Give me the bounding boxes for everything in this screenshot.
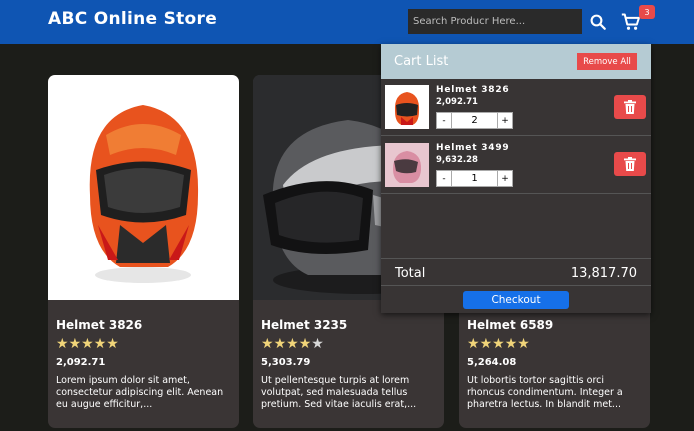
star-icon: ★ [81, 336, 94, 352]
star-rating: ★★★★★ [467, 336, 530, 352]
cart-item-price: 9,632.28 [436, 155, 478, 165]
increase-button[interactable]: + [497, 170, 513, 187]
search-button[interactable] [585, 9, 611, 34]
product-name[interactable]: Helmet 3826 [56, 318, 142, 332]
star-icon: ★ [504, 336, 518, 352]
product-name[interactable]: Helmet 3235 [261, 318, 347, 332]
cart-item: Helmet 3826 2,092.71 - + [381, 79, 651, 136]
star-icon: ★ [492, 336, 505, 352]
product-price: 5,264.08 [467, 357, 517, 368]
search-input[interactable] [408, 9, 582, 34]
checkout-button[interactable]: Checkout [463, 291, 569, 309]
star-icon: ★ [56, 336, 69, 352]
star-icon: ★ [286, 336, 299, 352]
cart-panel: Cart List Remove All Helmet 3826 2,092.7… [381, 44, 651, 313]
cart-icon [621, 13, 640, 30]
star-icon: ★ [273, 336, 287, 352]
delete-item-button[interactable] [614, 152, 646, 176]
search-icon [590, 14, 606, 30]
star-icon: ★ [93, 336, 107, 352]
cart-item-thumbnail [385, 143, 429, 187]
product-description: Lorem ipsum dolor sit amet, consectetur … [56, 375, 224, 410]
star-icon: ★ [106, 336, 119, 352]
product-card[interactable]: Helmet 3826 ★★★★★ 2,092.71 Lorem ipsum d… [48, 75, 239, 428]
quantity-stepper: - + [436, 170, 513, 187]
remove-all-button[interactable]: Remove All [577, 53, 637, 70]
cart-item-name: Helmet 3499 [436, 143, 510, 153]
cart-item-thumbnail [385, 85, 429, 129]
header-bar: ABC Online Store 3 [0, 0, 694, 44]
total-value: 13,817.70 [570, 266, 637, 281]
quantity-field[interactable] [452, 112, 497, 129]
delete-item-button[interactable] [614, 95, 646, 119]
quantity-stepper: - + [436, 112, 513, 129]
product-name[interactable]: Helmet 6589 [467, 318, 553, 332]
cart-total-row: Total 13,817.70 [381, 258, 651, 286]
decrease-button[interactable]: - [436, 112, 452, 129]
star-icon: ★ [467, 336, 480, 352]
helmet-image [89, 105, 199, 283]
decrease-button[interactable]: - [436, 170, 452, 187]
product-price: 2,092.71 [56, 357, 106, 368]
cart-item-name: Helmet 3826 [436, 85, 510, 95]
cart-title: Cart List [394, 54, 449, 69]
star-icon: ★ [261, 336, 274, 352]
product-image[interactable] [48, 75, 239, 300]
brand-title[interactable]: ABC Online Store [48, 9, 217, 29]
product-price: 5,303.79 [261, 357, 311, 368]
cart-header: Cart List Remove All [381, 44, 651, 79]
cart-item-price: 2,092.71 [436, 97, 478, 107]
product-description: Ut lobortis tortor sagittis orci rhoncus… [467, 375, 623, 410]
star-icon: ★ [517, 336, 530, 352]
star-icon: ★ [298, 336, 312, 352]
increase-button[interactable]: + [497, 112, 513, 129]
star-rating: ★★★★★ [261, 336, 324, 352]
star-rating: ★★★★★ [56, 336, 119, 352]
quantity-field[interactable] [452, 170, 497, 187]
star-icon: ★ [311, 336, 324, 352]
product-description: Ut pellentesque turpis at lorem volutpat… [261, 375, 417, 410]
cart-count-badge: 3 [639, 5, 655, 19]
star-icon: ★ [68, 336, 82, 352]
cart-item: Helmet 3499 9,632.28 - + [381, 137, 651, 194]
star-icon: ★ [479, 336, 493, 352]
trash-icon [624, 100, 636, 114]
total-label: Total [395, 266, 426, 281]
trash-icon [624, 157, 636, 171]
